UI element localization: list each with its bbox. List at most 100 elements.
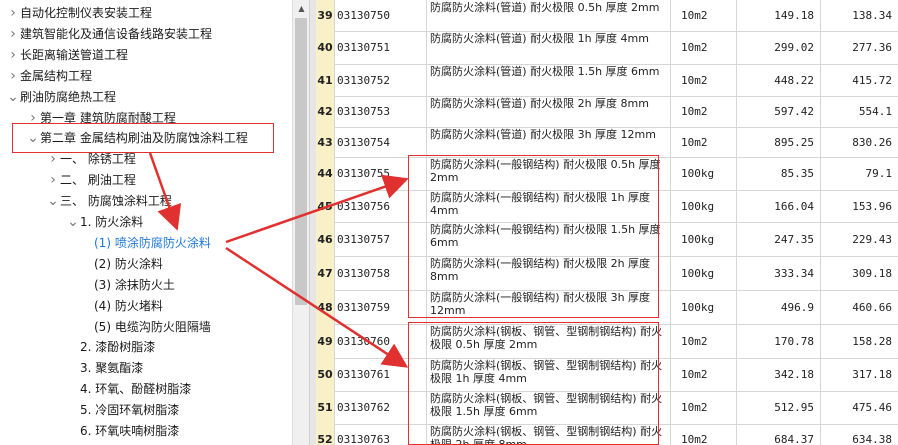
tree-node[interactable]: ⌄三、 防腐蚀涂料工程: [46, 191, 172, 211]
base-price: 448.22: [737, 64, 821, 96]
tree-node-label: 长距离输送管道工程: [20, 47, 129, 62]
unit-price: 475.46: [852, 401, 892, 414]
row-number: 46: [316, 222, 335, 256]
tree-node-label: 5. 冷固环氧树脂漆: [80, 403, 180, 418]
row-number: 49: [316, 324, 335, 358]
table-row[interactable]: 50 03130761 防腐防火涂料(钢板、钢管、型钢制钢结构) 耐火极限 1h 厚…: [316, 358, 898, 392]
tree-node[interactable]: (4) 防火堵料: [80, 296, 163, 316]
unit-price: 317.18: [852, 368, 892, 381]
quota-name: 防腐防火涂料(钢板、钢管、型钢制钢结构) 耐火极限 2h 厚度 8mm: [427, 424, 671, 445]
quota-name: 防腐防火涂料(管道) 耐火极限 3h 厚度 12mm: [427, 127, 671, 157]
base-price: 299.02: [737, 31, 821, 64]
row-number: 52: [316, 424, 335, 445]
tree-node[interactable]: (3) 涂抹防火土: [80, 275, 175, 295]
table-row[interactable]: 52 03130763 防腐防火涂料(钢板、钢管、型钢制钢结构) 耐火极限 2h 厚…: [316, 424, 898, 445]
unit-price: 79.1: [865, 167, 893, 180]
tree-node-label: 一、 除锈工程: [60, 152, 136, 167]
tree-node[interactable]: › 自动化控制仪表安装工程: [6, 3, 152, 23]
tree-node[interactable]: 4. 环氧、酚醛树脂漆: [66, 379, 191, 399]
chevron-down-icon[interactable]: ⌄: [66, 212, 80, 232]
tree-node-label: (4) 防火堵料: [94, 298, 163, 313]
quota-name: 防腐防火涂料(钢板、钢管、型钢制钢结构) 耐火极限 1h 厚度 4mm: [427, 358, 671, 391]
chevron-right-icon[interactable]: ›: [6, 66, 20, 86]
unit-price: 158.28: [852, 334, 892, 348]
quota-name: 防腐防火涂料(管道) 耐火极限 0.5h 厚度 2mm: [427, 0, 671, 31]
table-row[interactable]: 41 03130752 防腐防火涂料(管道) 耐火极限 1.5h 厚度 6mm 10m…: [316, 64, 898, 97]
tree-node-label: (1) 喷涂防腐防火涂料: [94, 235, 211, 250]
table-row[interactable]: 51 03130762 防腐防火涂料(钢板、钢管、型钢制钢结构) 耐火极限 1.5h…: [316, 391, 898, 425]
chevron-right-icon[interactable]: ›: [6, 24, 20, 44]
tree-node[interactable]: (1) 喷涂防腐防火涂料: [80, 233, 211, 253]
quota-table: 39 03130750 防腐防火涂料(管道) 耐火极限 0.5h 厚度 2mm 10m…: [316, 0, 898, 445]
quota-unit: 100kg: [671, 190, 737, 222]
unit-price: 460.66: [852, 300, 892, 314]
quota-code: 03130750: [335, 0, 427, 31]
chevron-down-icon[interactable]: ⌄: [6, 87, 20, 107]
row-number: 41: [316, 64, 335, 96]
row-number: 45: [316, 190, 335, 222]
chevron-down-icon[interactable]: ⌄: [46, 191, 60, 211]
row-number: 48: [316, 290, 335, 324]
quota-name: 防腐防火涂料(一般钢结构) 耐火极限 2h 厚度 8mm: [427, 256, 671, 290]
row-number: 42: [316, 96, 335, 127]
table-row[interactable]: 49 03130760 防腐防火涂料(钢板、钢管、型钢制钢结构) 耐火极限 0.5h…: [316, 324, 898, 359]
quota-name: 防腐防火涂料(钢板、钢管、型钢制钢结构) 耐火极限 1.5h 厚度 6mm: [427, 391, 671, 424]
table-row[interactable]: 39 03130750 防腐防火涂料(管道) 耐火极限 0.5h 厚度 2mm 10m…: [316, 0, 898, 32]
tree-scrollbar[interactable]: ▲: [292, 0, 310, 445]
tree-node[interactable]: › 建筑智能化及通信设备线路安装工程: [6, 24, 212, 44]
row-number: 43: [316, 127, 335, 157]
tree-node[interactable]: 6. 环氧呋喃树脂漆: [66, 421, 179, 441]
chevron-right-icon[interactable]: ›: [6, 3, 20, 23]
scrollbar-thumb[interactable]: [295, 18, 307, 305]
base-price: 512.95: [737, 391, 821, 424]
chevron-right-icon[interactable]: ›: [46, 170, 60, 190]
quota-code: 03130753: [335, 96, 427, 127]
tree-node[interactable]: 3. 聚氨酯漆: [66, 358, 143, 378]
table-row[interactable]: 42 03130753 防腐防火涂料(管道) 耐火极限 2h 厚度 8mm 10m2 5…: [316, 96, 898, 128]
unit-price: 138.34: [852, 9, 892, 22]
table-row[interactable]: 46 03130757 防腐防火涂料(一般钢结构) 耐火极限 1.5h 厚度 6mm…: [316, 222, 898, 257]
tree-node-label: 刷油防腐绝热工程: [20, 89, 117, 104]
quota-code: 03130760: [335, 324, 427, 358]
quota-unit: 100kg: [671, 290, 737, 324]
tree-node[interactable]: ⌄1. 防火涂料: [66, 212, 143, 232]
tree-node-label: 6. 环氧呋喃树脂漆: [80, 424, 180, 438]
tree-node[interactable]: 5. 冷固环氧树脂漆: [66, 400, 179, 420]
table-row[interactable]: 45 03130756 防腐防火涂料(一般钢结构) 耐火极限 1h 厚度 4mm 10…: [316, 190, 898, 223]
tree-node[interactable]: ⌄刷油防腐绝热工程: [6, 87, 116, 107]
quota-unit: 10m2: [671, 31, 737, 64]
scroll-up-icon[interactable]: ▲: [293, 0, 310, 17]
base-price: 684.37: [737, 424, 821, 445]
quota-unit: 100kg: [671, 157, 737, 190]
row-number: 47: [316, 256, 335, 290]
table-row[interactable]: 43 03130754 防腐防火涂料(管道) 耐火极限 3h 厚度 12mm 10m2…: [316, 127, 898, 158]
quota-code: 03130751: [335, 31, 427, 64]
table-row[interactable]: 47 03130758 防腐防火涂料(一般钢结构) 耐火极限 2h 厚度 8mm 10…: [316, 256, 898, 291]
tree-node-label: 金属结构工程: [20, 68, 93, 83]
quota-unit: 10m2: [671, 424, 737, 445]
tree-node[interactable]: (5) 电缆沟防火阻隔墙: [80, 317, 211, 337]
quota-name: 防腐防火涂料(钢板、钢管、型钢制钢结构) 耐火极限 0.5h 厚度 2mm: [427, 324, 671, 358]
tree-node[interactable]: › 金属结构工程: [6, 66, 92, 86]
quota-code: 03130759: [335, 290, 427, 324]
quota-unit: 10m2: [671, 324, 737, 358]
table-row[interactable]: 40 03130751 防腐防火涂料(管道) 耐火极限 1h 厚度 4mm 10m2 2…: [316, 31, 898, 65]
base-price: 247.35: [737, 222, 821, 256]
quota-unit: 10m2: [671, 358, 737, 391]
quota-code: 03130756: [335, 190, 427, 222]
tree-node-label: 1. 防火涂料: [80, 215, 144, 229]
tree-node[interactable]: › 二、 刷油工程: [46, 170, 136, 190]
table-row[interactable]: 44 03130755 防腐防火涂料(一般钢结构) 耐火极限 0.5h 厚度 2mm…: [316, 157, 898, 191]
unit-price: 309.18: [852, 266, 892, 280]
quota-code: 03130755: [335, 157, 427, 190]
unit-price: 415.72: [852, 73, 892, 87]
annotation-box-chapter2: [12, 123, 274, 153]
quota-unit: 10m2: [671, 127, 737, 157]
tree-node[interactable]: (2) 防火涂料: [80, 254, 163, 274]
tree-node[interactable]: 2. 漆酚树脂漆: [66, 337, 155, 357]
tree-node[interactable]: › 长距离输送管道工程: [6, 45, 128, 65]
table-row[interactable]: 48 03130759 防腐防火涂料(一般钢结构) 耐火极限 3h 厚度 12mm 1…: [316, 290, 898, 325]
tree-node-label: 2. 漆酚树脂漆: [80, 340, 156, 355]
quota-unit: 100kg: [671, 222, 737, 256]
chevron-right-icon[interactable]: ›: [6, 45, 20, 65]
